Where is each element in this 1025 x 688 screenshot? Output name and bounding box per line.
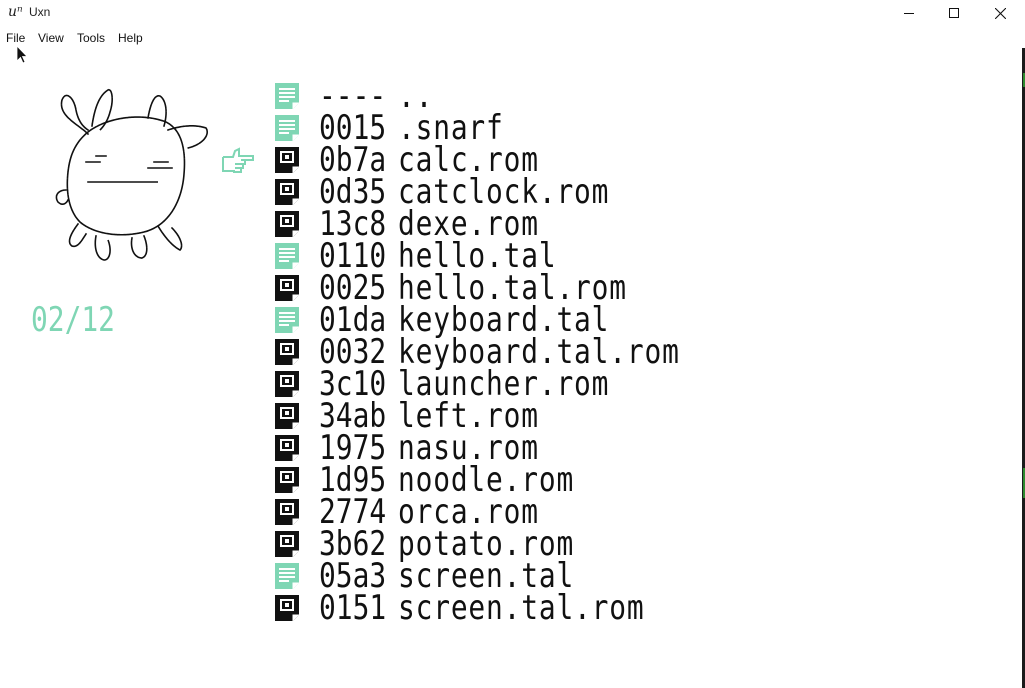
menu-view[interactable]: View bbox=[38, 31, 64, 45]
file-row[interactable]: 0151 screen.tal.rom bbox=[274, 588, 694, 628]
maximize-button[interactable] bbox=[931, 0, 977, 26]
rom-file-icon bbox=[275, 275, 299, 301]
rom-file-icon bbox=[275, 147, 299, 173]
text-file-icon bbox=[275, 115, 299, 141]
mascot-creature-image bbox=[55, 89, 208, 261]
rom-file-icon bbox=[275, 339, 299, 365]
text-file-icon bbox=[275, 307, 299, 333]
rom-file-icon bbox=[275, 179, 299, 205]
rom-file-icon bbox=[275, 371, 299, 397]
rom-file-icon bbox=[275, 595, 299, 621]
minimize-icon bbox=[904, 13, 914, 14]
maximize-icon bbox=[949, 8, 959, 18]
rom-file-icon bbox=[275, 403, 299, 429]
mouse-cursor-icon bbox=[17, 46, 28, 64]
pointing-hand-icon bbox=[222, 147, 254, 173]
menu-bar: File View Tools Help bbox=[0, 26, 1025, 49]
title-bar: uⁿ Uxn bbox=[0, 0, 1025, 26]
rom-file-icon bbox=[275, 435, 299, 461]
text-file-icon bbox=[275, 243, 299, 269]
menu-help[interactable]: Help bbox=[118, 31, 143, 45]
rom-file-icon bbox=[275, 531, 299, 557]
close-button[interactable] bbox=[977, 0, 1023, 26]
text-file-icon bbox=[275, 83, 299, 109]
rom-file-icon bbox=[275, 499, 299, 525]
menu-file[interactable]: File bbox=[6, 31, 25, 45]
file-list: ----.. 0015 .snarf 0b7a calc.rom 0d35 catclock… bbox=[274, 79, 694, 628]
uxn-logo-icon: uⁿ bbox=[8, 4, 23, 20]
file-size: 0151 bbox=[319, 588, 387, 628]
window-title: Uxn bbox=[29, 5, 51, 19]
rom-file-icon bbox=[275, 211, 299, 237]
selection-counter: 02/12 bbox=[31, 300, 115, 340]
file-name: screen.tal.rom bbox=[398, 588, 645, 628]
rom-file-icon bbox=[275, 467, 299, 493]
close-icon bbox=[994, 7, 1006, 19]
menu-tools[interactable]: Tools bbox=[77, 31, 105, 45]
text-file-icon bbox=[275, 563, 299, 589]
minimize-button[interactable] bbox=[886, 0, 932, 26]
